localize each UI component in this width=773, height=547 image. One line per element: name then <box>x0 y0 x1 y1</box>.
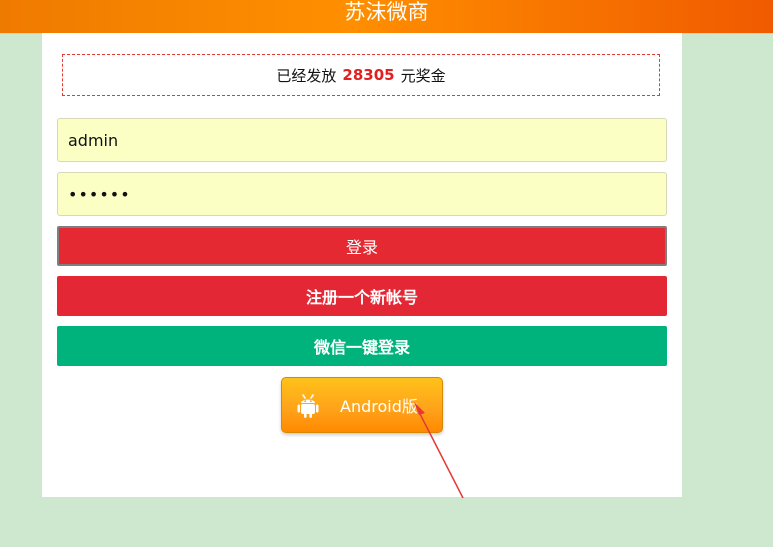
password-input[interactable] <box>57 172 667 216</box>
top-bar: 苏沫微商 <box>0 0 773 33</box>
app-title: 苏沫微商 <box>344 0 429 24</box>
android-button-label: Android版 <box>340 397 418 416</box>
login-button[interactable]: 登录 <box>57 226 667 266</box>
wechat-login-button[interactable]: 微信一键登录 <box>57 326 667 366</box>
bonus-prefix: 已经发放 <box>276 66 337 85</box>
bonus-suffix: 元奖金 <box>400 66 446 85</box>
android-icon <box>297 394 319 418</box>
bonus-banner: 已经发放 28305 元奖金 <box>62 54 660 96</box>
username-input[interactable] <box>57 118 667 162</box>
android-download-button[interactable]: Android版 <box>281 377 443 433</box>
bonus-amount: 28305 <box>342 66 395 84</box>
register-button[interactable]: 注册一个新帐号 <box>57 276 667 316</box>
login-panel: 已经发放 28305 元奖金 登录 注册一个新帐号 微信一键登录 Android… <box>42 33 682 497</box>
